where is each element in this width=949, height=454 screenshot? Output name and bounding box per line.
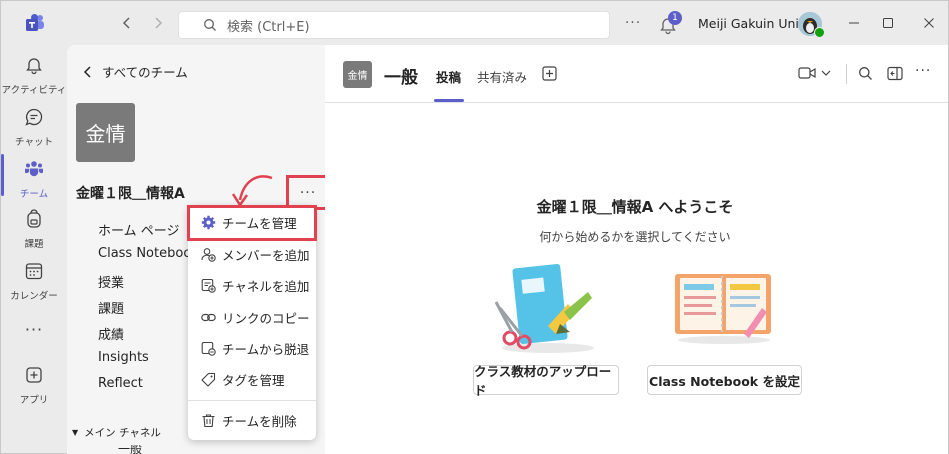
channel-more-button[interactable]: ··· bbox=[915, 63, 931, 79]
rail-more-button[interactable]: ··· bbox=[1, 320, 67, 339]
nav-item-reflect[interactable]: Reflect bbox=[98, 376, 143, 391]
channel-main bbox=[325, 45, 948, 454]
notification-badge: 1 bbox=[668, 11, 682, 25]
section-label: メイン チャネル bbox=[84, 427, 161, 439]
menu-item-label: チームを削除 bbox=[222, 413, 297, 429]
chevron-down-icon bbox=[821, 69, 831, 77]
search-icon bbox=[858, 66, 873, 81]
search-input[interactable]: 検索 (Ctrl+E) bbox=[178, 11, 610, 39]
forward-nav-button[interactable] bbox=[143, 9, 173, 37]
all-teams-label: すべてのチーム bbox=[102, 65, 188, 80]
setup-class-notebook-button[interactable]: Class Notebook を設定 bbox=[647, 365, 802, 395]
video-camera-icon bbox=[798, 66, 816, 80]
rail-item-label: チャット bbox=[15, 137, 53, 148]
channel-info-button[interactable] bbox=[887, 66, 903, 81]
bell-icon bbox=[24, 55, 44, 79]
team-name: 金曜１限＿情報A bbox=[76, 186, 185, 202]
presence-available-icon bbox=[814, 27, 825, 38]
minimize-button[interactable] bbox=[839, 9, 869, 37]
welcome-title: 金曜１限＿情報A へようこそ bbox=[536, 198, 734, 216]
channel-general-partial[interactable]: 一般 bbox=[118, 445, 142, 454]
side-panel-icon bbox=[887, 66, 903, 81]
welcome-subtitle: 何から始めるかを選択してください bbox=[539, 230, 731, 244]
channel-avatar: 金情 bbox=[343, 61, 372, 88]
menu-item-add-channel[interactable]: チャネルを追加 bbox=[188, 271, 316, 299]
rail-item-label: チーム bbox=[19, 189, 49, 200]
close-button[interactable] bbox=[914, 9, 944, 37]
rail-item-assignments[interactable]: 課題 bbox=[1, 209, 67, 250]
menu-item-delete-team[interactable]: チームを削除 bbox=[188, 406, 316, 434]
teams-logo-icon bbox=[25, 13, 45, 33]
rail-item-calendar[interactable]: カレンダー bbox=[1, 261, 67, 302]
link-icon bbox=[200, 309, 216, 325]
add-person-icon bbox=[200, 246, 216, 262]
nav-item-class-notebook[interactable]: Class Notebook bbox=[98, 246, 199, 261]
rail-item-activity[interactable]: アクティビティ bbox=[1, 55, 67, 96]
all-teams-back-button[interactable]: すべてのチーム bbox=[82, 62, 188, 81]
header-divider-vertical bbox=[846, 64, 847, 84]
teams-icon bbox=[24, 159, 44, 183]
calendar-icon bbox=[24, 261, 44, 285]
rail-item-label: アプリ bbox=[19, 395, 49, 406]
tag-icon bbox=[200, 371, 216, 387]
header-divider bbox=[325, 102, 948, 103]
menu-item-manage-tags[interactable]: タグを管理 bbox=[188, 365, 316, 393]
more-options-icon[interactable]: ··· bbox=[618, 9, 648, 37]
backpack-icon bbox=[24, 209, 44, 233]
leave-team-icon bbox=[200, 340, 216, 356]
tab-shared[interactable]: 共有済み bbox=[477, 67, 527, 86]
upload-illustration bbox=[490, 262, 602, 354]
add-tab-button[interactable] bbox=[542, 66, 557, 81]
nav-item-classwork[interactable]: 授業 bbox=[98, 272, 124, 291]
menu-item-label: チャネルを追加 bbox=[222, 278, 310, 294]
caret-down-icon: ▼ bbox=[72, 428, 79, 437]
back-nav-button[interactable] bbox=[112, 9, 142, 37]
add-channel-icon bbox=[200, 277, 216, 293]
menu-item-label: タグを管理 bbox=[222, 372, 285, 388]
trash-icon bbox=[200, 412, 216, 428]
meet-button[interactable] bbox=[798, 66, 831, 80]
notebook-illustration bbox=[672, 270, 776, 344]
menu-item-leave-team[interactable]: チームから脱退 bbox=[188, 334, 316, 362]
nav-item-insights[interactable]: Insights bbox=[98, 350, 149, 365]
rail-active-indicator bbox=[1, 154, 4, 196]
rail-item-chat[interactable]: チャット bbox=[1, 107, 67, 148]
rail-item-label: 課題 bbox=[24, 239, 44, 250]
add-apps-icon bbox=[24, 365, 44, 389]
nav-item-home[interactable]: ホーム ページ bbox=[98, 220, 179, 239]
app-rail: アクティビティ チャット チーム 課題 カレンダー ··· アプリ bbox=[1, 45, 67, 453]
main-channels-section[interactable]: ▼ メイン チャネル bbox=[72, 425, 161, 440]
menu-item-copy-link[interactable]: リンクのコピー bbox=[188, 303, 316, 331]
active-tab-indicator bbox=[434, 99, 464, 102]
highlight-manage-team bbox=[187, 205, 317, 241]
rail-item-apps[interactable]: アプリ bbox=[1, 365, 67, 406]
rail-item-teams[interactable]: チーム bbox=[1, 159, 67, 200]
team-avatar: 金情 bbox=[76, 103, 135, 162]
title-bar: 検索 (Ctrl+E) ··· 1 Meiji Gakuin Univ... bbox=[1, 1, 948, 45]
rail-item-label: アクティビティ bbox=[1, 85, 67, 96]
menu-item-add-member[interactable]: メンバーを追加 bbox=[188, 240, 316, 268]
menu-item-label: チームから脱退 bbox=[222, 341, 310, 357]
search-placeholder: 検索 (Ctrl+E) bbox=[227, 19, 310, 35]
more-apps-icon: ··· bbox=[24, 320, 44, 339]
chevron-left-icon bbox=[82, 65, 94, 79]
menu-divider bbox=[188, 400, 316, 401]
maximize-button[interactable] bbox=[873, 9, 903, 37]
add-tab-icon bbox=[542, 66, 557, 81]
menu-item-label: メンバーを追加 bbox=[222, 247, 310, 263]
nav-item-assignments[interactable]: 課題 bbox=[98, 298, 124, 317]
tab-posts[interactable]: 投稿 bbox=[436, 67, 461, 86]
chat-icon bbox=[24, 107, 44, 131]
channel-search-button[interactable] bbox=[858, 66, 873, 81]
search-icon bbox=[203, 18, 217, 32]
rail-item-label: カレンダー bbox=[10, 291, 58, 302]
menu-item-label: リンクのコピー bbox=[222, 310, 310, 326]
nav-item-grades[interactable]: 成績 bbox=[98, 324, 124, 343]
upload-materials-button[interactable]: クラス教材のアップロード bbox=[473, 364, 619, 398]
channel-title: 一般 bbox=[384, 68, 418, 88]
